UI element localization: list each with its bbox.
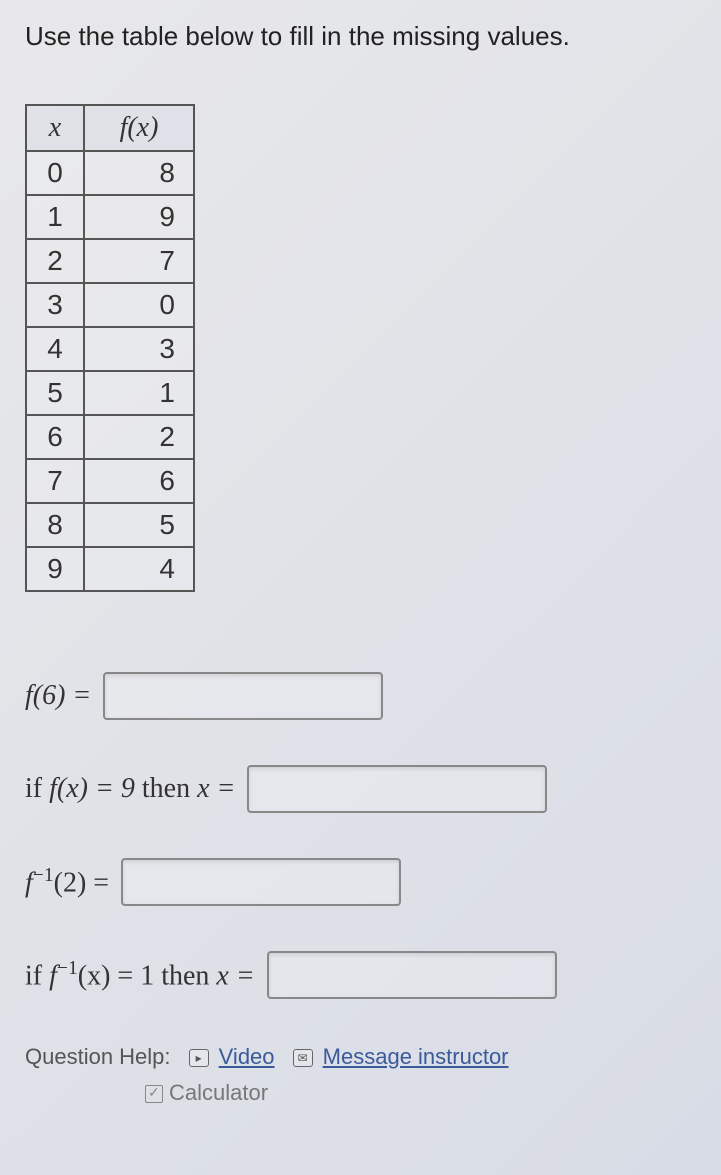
question-1: f(6) = bbox=[25, 672, 696, 720]
table-row: 27 bbox=[26, 239, 194, 283]
cell-x: 4 bbox=[26, 327, 84, 371]
question-2: if f(x) = 9 then x = bbox=[25, 765, 696, 813]
cell-x: 0 bbox=[26, 151, 84, 195]
message-instructor-link[interactable]: Message instructor bbox=[323, 1044, 509, 1069]
q1-expression: f(6) = bbox=[25, 680, 91, 712]
help-label: Question Help: bbox=[25, 1044, 171, 1069]
q1-input[interactable] bbox=[103, 672, 383, 720]
cell-fx: 2 bbox=[84, 415, 194, 459]
table-row: 30 bbox=[26, 283, 194, 327]
cell-fx: 1 bbox=[84, 371, 194, 415]
cell-x: 6 bbox=[26, 415, 84, 459]
video-icon: ▸ bbox=[189, 1049, 209, 1067]
help-section: Question Help: ▸ Video ✉ Message instructo… bbox=[25, 1044, 696, 1106]
q4-expression: if f−1(x) = 1 then x = bbox=[25, 958, 255, 992]
cell-x: 8 bbox=[26, 503, 84, 547]
cell-fx: 3 bbox=[84, 327, 194, 371]
cell-fx: 5 bbox=[84, 503, 194, 547]
cell-x: 2 bbox=[26, 239, 84, 283]
table-row: 08 bbox=[26, 151, 194, 195]
cell-x: 9 bbox=[26, 547, 84, 591]
function-table: x f(x) 08 19 27 30 43 51 62 76 85 94 bbox=[25, 104, 195, 592]
table-row: 62 bbox=[26, 415, 194, 459]
cell-fx: 8 bbox=[84, 151, 194, 195]
q3-expression: f−1(2) = bbox=[25, 865, 109, 899]
message-icon: ✉ bbox=[293, 1049, 313, 1067]
cell-fx: 6 bbox=[84, 459, 194, 503]
cell-fx: 7 bbox=[84, 239, 194, 283]
checkbox-icon[interactable] bbox=[145, 1085, 163, 1103]
table-row: 85 bbox=[26, 503, 194, 547]
cell-x: 5 bbox=[26, 371, 84, 415]
cell-fx: 9 bbox=[84, 195, 194, 239]
question-4: if f−1(x) = 1 then x = bbox=[25, 951, 696, 999]
q2-input[interactable] bbox=[247, 765, 547, 813]
calculator-link[interactable]: Calculator bbox=[169, 1080, 268, 1105]
cell-x: 3 bbox=[26, 283, 84, 327]
prompt-text: Use the table below to fill in the missi… bbox=[25, 20, 696, 54]
cell-x: 7 bbox=[26, 459, 84, 503]
cell-fx: 0 bbox=[84, 283, 194, 327]
calculator-row: Calculator bbox=[25, 1080, 696, 1106]
video-link[interactable]: Video bbox=[219, 1044, 275, 1069]
table-row: 76 bbox=[26, 459, 194, 503]
q3-input[interactable] bbox=[121, 858, 401, 906]
table-row: 43 bbox=[26, 327, 194, 371]
q2-expression: if f(x) = 9 then x = bbox=[25, 773, 235, 805]
cell-x: 1 bbox=[26, 195, 84, 239]
table-row: 51 bbox=[26, 371, 194, 415]
cell-fx: 4 bbox=[84, 547, 194, 591]
table-header-fx: f(x) bbox=[84, 105, 194, 151]
table-header-x: x bbox=[26, 105, 84, 151]
table-row: 19 bbox=[26, 195, 194, 239]
table-row: 94 bbox=[26, 547, 194, 591]
question-3: f−1(2) = bbox=[25, 858, 696, 906]
q4-input[interactable] bbox=[267, 951, 557, 999]
